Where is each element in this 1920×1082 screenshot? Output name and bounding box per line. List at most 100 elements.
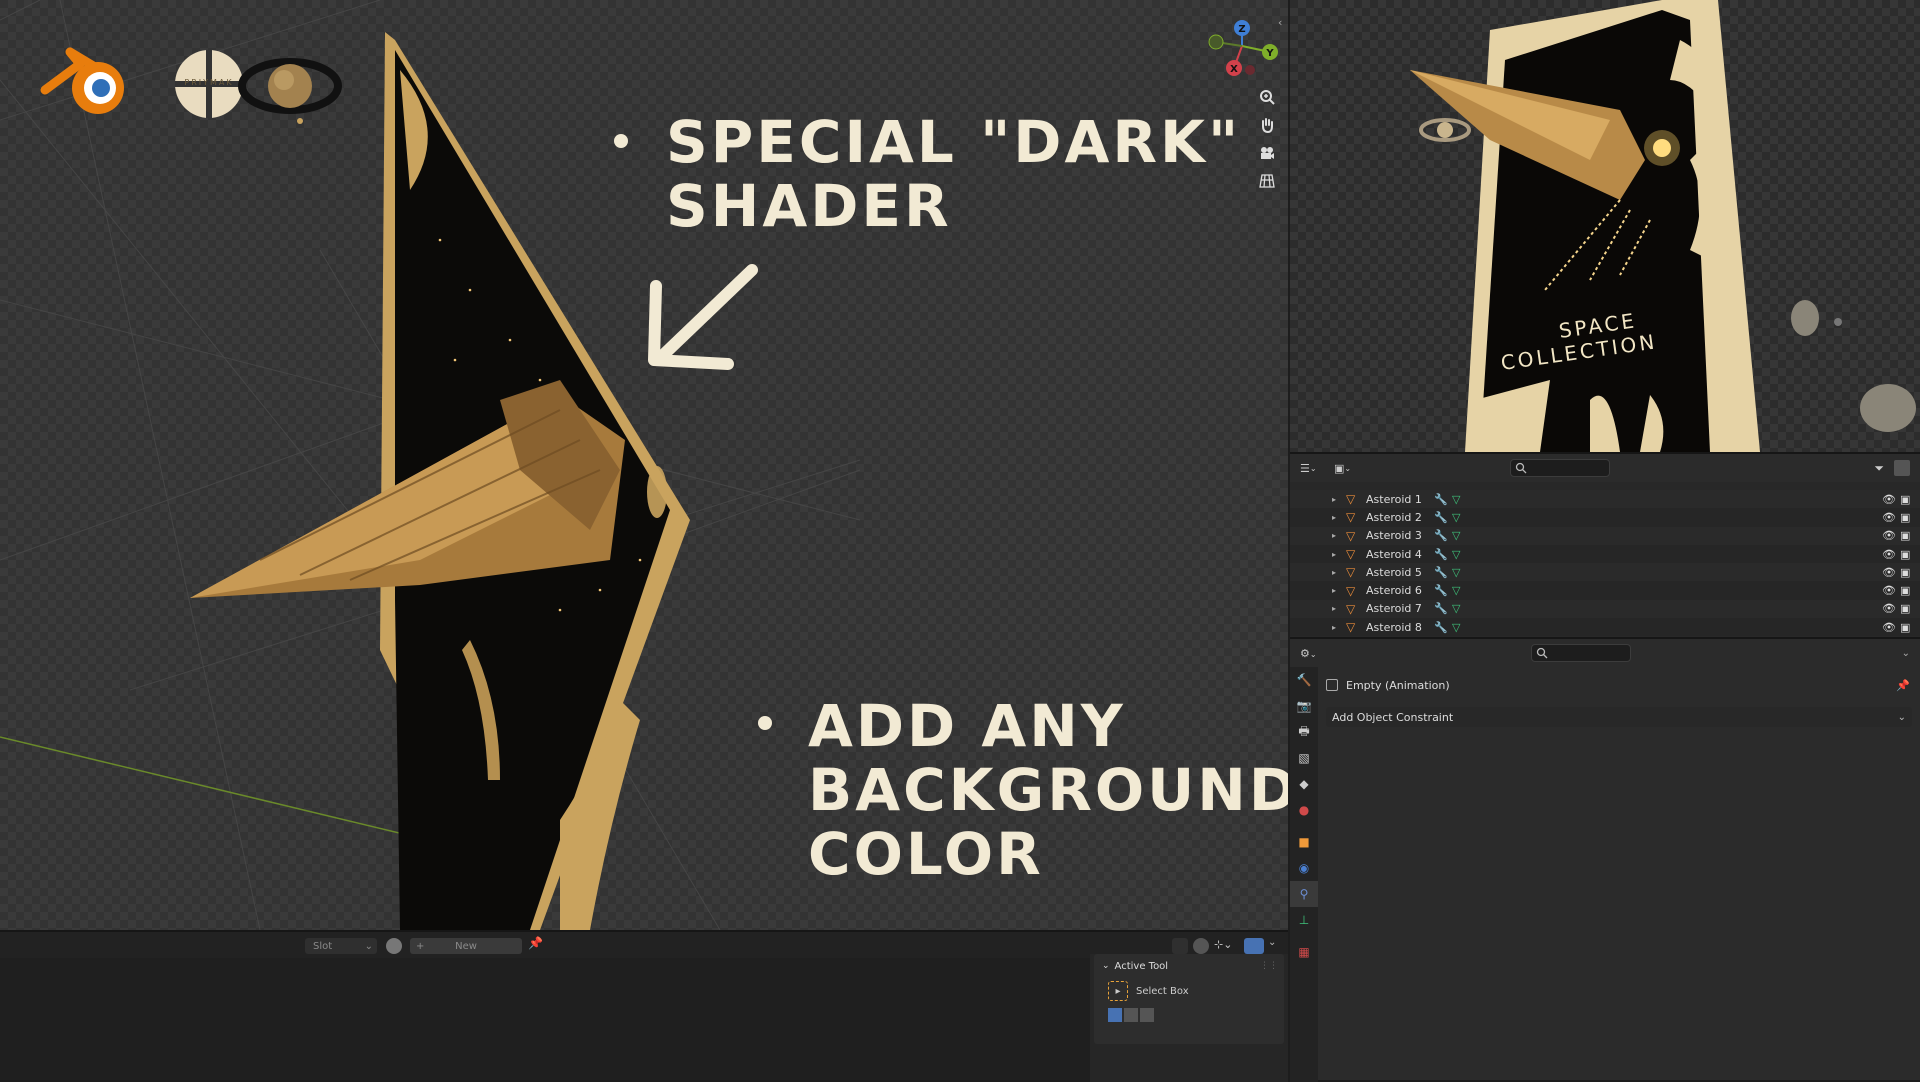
properties-panel[interactable]: ⚙⌄ ⌄ 🔨 📷 🖶 ▧ ◆ ● ■ ◉ ⚲ ⊥ ▦ Empty (Animat…	[1290, 637, 1920, 1082]
plus-icon: +	[416, 940, 425, 952]
outliner-header: ☰ ⌄ ▣ ⌄ ⏷	[1290, 454, 1920, 482]
expand-arrow-icon[interactable]: ▸	[1332, 623, 1336, 632]
outliner-item[interactable]: ▸ ▽ Asteroid 5 🔧 ▽ 👁 ▣	[1290, 563, 1920, 582]
modifier-wrench-icon[interactable]: 🔧	[1434, 584, 1448, 597]
outliner-search-input[interactable]	[1510, 459, 1610, 477]
new-collection-icon[interactable]	[1894, 460, 1910, 476]
expand-arrow-icon[interactable]: ▸	[1332, 550, 1336, 559]
modifier-wrench-icon[interactable]: 🔧	[1434, 548, 1448, 561]
render-camera-icon[interactable]: ▣	[1900, 493, 1910, 506]
grid-ortho-icon[interactable]	[1254, 168, 1280, 194]
render-tab-icon[interactable]: 📷	[1290, 693, 1318, 719]
visibility-eye-icon[interactable]: 👁	[1882, 584, 1896, 597]
navigation-gizmo[interactable]: Z Y X	[1196, 14, 1286, 84]
expand-arrow-icon[interactable]: ▸	[1332, 586, 1336, 595]
visibility-eye-icon[interactable]: 👁	[1882, 566, 1896, 579]
annotation-bullet	[614, 134, 628, 148]
mesh-data-icon[interactable]: ▽	[1452, 602, 1460, 615]
modifier-wrench-icon[interactable]: 🔧	[1434, 529, 1448, 542]
priymak-logo: PRIYMAK	[175, 50, 243, 118]
new-material-button[interactable]: + New	[410, 938, 522, 954]
output-tab-icon[interactable]: 🖶	[1290, 719, 1318, 745]
visibility-eye-icon[interactable]: 👁	[1882, 548, 1896, 561]
expand-arrow-icon[interactable]: ▸	[1332, 604, 1336, 613]
render-camera-icon[interactable]: ▣	[1900, 529, 1910, 542]
mesh-data-icon[interactable]: ▽	[1452, 548, 1460, 561]
bottom-editor[interactable]: Slot ⌄ + New 📌 ⊹⌄ ⌄ ⌄ Active Tool ⋮⋮ ▸ S…	[0, 930, 1288, 1082]
render-camera-icon[interactable]: ▣	[1900, 511, 1910, 524]
object-tab-icon[interactable]: ■	[1290, 829, 1318, 855]
view-layer-tab-icon[interactable]: ▧	[1290, 745, 1318, 771]
mesh-data-icon[interactable]: ▽	[1452, 584, 1460, 597]
texture-tab-icon[interactable]: ▦	[1290, 939, 1318, 965]
filter-icon[interactable]: ⏷	[1874, 461, 1884, 476]
mode-new-icon[interactable]	[1108, 1008, 1122, 1022]
3d-viewport[interactable]: PRIYMAK SPECIAL "DARK" SHADER ADD ANY BA…	[0, 0, 1288, 930]
zoom-icon[interactable]	[1254, 84, 1280, 110]
object-data-tab-icon[interactable]: ⊥	[1290, 907, 1318, 933]
filter-type-dropdown[interactable]: ▣ ⌄	[1334, 459, 1360, 477]
overlay-icon[interactable]	[1193, 938, 1209, 954]
outliner-item[interactable]: ▸ ▽ Asteroid 6 🔧 ▽ 👁 ▣	[1290, 581, 1920, 600]
camera-icon[interactable]	[1254, 140, 1280, 166]
render-camera-icon[interactable]: ▣	[1900, 548, 1910, 561]
display-mode-dropdown[interactable]: ☰ ⌄	[1300, 459, 1326, 477]
add-object-constraint-dropdown[interactable]: Add Object Constraint ⌄	[1326, 707, 1912, 727]
constraints-tab-icon[interactable]: ⚲	[1290, 881, 1318, 907]
material-browse-icon[interactable]	[386, 938, 402, 954]
expand-arrow-icon[interactable]: ▸	[1332, 568, 1336, 577]
hand-pan-icon[interactable]	[1254, 112, 1280, 138]
expand-arrow-icon[interactable]: ▸	[1332, 531, 1336, 540]
world-tab-icon[interactable]: ●	[1290, 797, 1318, 823]
render-camera-icon[interactable]: ▣	[1900, 621, 1910, 634]
pin-icon[interactable]: 📌	[1896, 679, 1910, 692]
editor-type-dropdown[interactable]: ⚙⌄	[1300, 647, 1317, 660]
visibility-eye-icon[interactable]: 👁	[1882, 493, 1896, 506]
mesh-data-icon[interactable]: ▽	[1452, 529, 1460, 542]
properties-search-input[interactable]	[1530, 644, 1631, 662]
render-camera-icon[interactable]: ▣	[1900, 584, 1910, 597]
render-camera-icon[interactable]: ▣	[1900, 602, 1910, 615]
outliner-item[interactable]: ▸ ▽ Asteroid 8 🔧 ▽ 👁 ▣	[1290, 618, 1920, 637]
region-collapse-icon[interactable]: ‹	[1278, 16, 1282, 29]
snap-icon[interactable]	[1172, 938, 1188, 954]
slot-dropdown[interactable]: Slot ⌄	[305, 938, 377, 954]
modifier-wrench-icon[interactable]: 🔧	[1434, 493, 1448, 506]
expand-arrow-icon[interactable]: ▸	[1332, 495, 1336, 504]
properties-tab-bar: 🔨 📷 🖶 ▧ ◆ ● ■ ◉ ⚲ ⊥ ▦	[1290, 667, 1318, 1082]
modifier-wrench-icon[interactable]: 🔧	[1434, 511, 1448, 524]
scene-tab-icon[interactable]: ◆	[1290, 771, 1318, 797]
modifier-wrench-icon[interactable]: 🔧	[1434, 602, 1448, 615]
render-camera-icon[interactable]: ▣	[1900, 566, 1910, 579]
active-tool-header[interactable]: ⌄ Active Tool ⋮⋮	[1094, 954, 1284, 978]
gizmo-toggle-icon[interactable]: ⊹⌄	[1214, 938, 1236, 954]
physics-tab-icon[interactable]: ◉	[1290, 855, 1318, 881]
mesh-data-icon[interactable]: ▽	[1452, 493, 1460, 506]
drag-handle-icon[interactable]: ⋮⋮	[1260, 961, 1278, 971]
mesh-data-icon[interactable]: ▽	[1452, 621, 1460, 634]
select-box-row[interactable]: ▸ Select Box	[1094, 978, 1284, 1004]
mode-subtract-icon[interactable]	[1140, 1008, 1154, 1022]
visibility-eye-icon[interactable]: 👁	[1882, 602, 1896, 615]
visibility-eye-icon[interactable]: 👁	[1882, 529, 1896, 542]
pin-icon[interactable]: 📌	[528, 936, 543, 950]
outliner-panel[interactable]: ☰ ⌄ ▣ ⌄ ⏷ ▸ ▽ Asteroid 1 🔧 ▽ 👁 ▣ ▸ ▽ Aster…	[1290, 452, 1920, 637]
outliner-item[interactable]: ▸ ▽ Asteroid 2 🔧 ▽ 👁 ▣	[1290, 508, 1920, 527]
modifier-wrench-icon[interactable]: 🔧	[1434, 566, 1448, 579]
outliner-item[interactable]: ▸ ▽ Asteroid 7 🔧 ▽ 👁 ▣	[1290, 599, 1920, 619]
expand-arrow-icon[interactable]: ▸	[1332, 513, 1336, 522]
mesh-data-icon[interactable]: ▽	[1452, 511, 1460, 524]
mesh-data-icon[interactable]: ▽	[1452, 566, 1460, 579]
modifier-wrench-icon[interactable]: 🔧	[1434, 621, 1448, 634]
outliner-item[interactable]: ▸ ▽ Asteroid 3 🔧 ▽ 👁 ▣	[1290, 526, 1920, 545]
render-preview[interactable]: SPACE COLLECTION	[1290, 0, 1920, 452]
outliner-item[interactable]: ▸ ▽ Asteroid 4 🔧 ▽ 👁 ▣	[1290, 544, 1920, 564]
outliner-item[interactable]: ▸ ▽ Asteroid 1 🔧 ▽ 👁 ▣	[1290, 490, 1920, 509]
tool-tab-icon[interactable]: 🔨	[1290, 667, 1318, 693]
visibility-eye-icon[interactable]: 👁	[1882, 621, 1896, 634]
chevron-down-icon[interactable]: ⌄	[1268, 937, 1276, 948]
shading-mode-icon[interactable]	[1244, 938, 1264, 954]
options-chevron-icon[interactable]: ⌄	[1902, 648, 1910, 659]
mode-extend-icon[interactable]	[1124, 1008, 1138, 1022]
visibility-eye-icon[interactable]: 👁	[1882, 511, 1896, 524]
